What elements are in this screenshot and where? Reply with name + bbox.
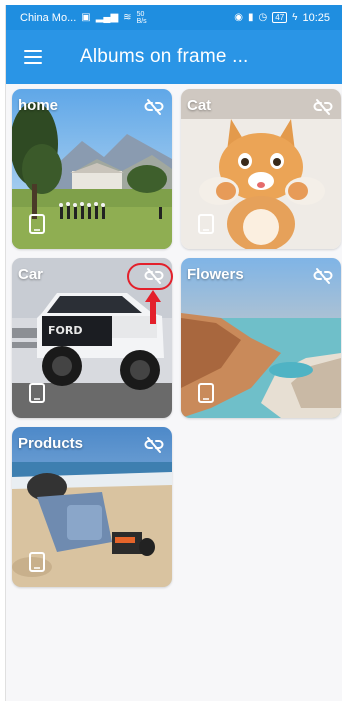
album-title-flowers: Flowers: [187, 266, 244, 283]
carrier-name: China Mo...: [20, 11, 77, 24]
page-title: Albums on frame ...: [80, 46, 249, 67]
album-card-products[interactable]: Products: [12, 427, 172, 587]
album-card-home[interactable]: home: [12, 89, 172, 249]
album-card-flowers[interactable]: Flowers: [181, 258, 341, 418]
album-title-cat: Cat: [187, 97, 212, 114]
hamburger-menu-icon[interactable]: [24, 50, 42, 64]
battery-icon: 47: [272, 12, 288, 23]
app-screen: China Mo... ▣ ▂▄▆ ≋ 50 B/s ◉ ▮ ◷ 47 ϟ 10…: [6, 5, 342, 701]
wifi-icon: ≋: [123, 11, 132, 23]
highlight-circle: [127, 263, 173, 290]
album-title-home: home: [18, 97, 59, 114]
red-arrow-icon: [145, 290, 161, 324]
hd-icon: ▣: [81, 11, 91, 23]
charging-icon: ϟ: [292, 11, 298, 23]
unlink-icon[interactable]: [144, 97, 164, 117]
network-speed-unit: B/s: [136, 17, 147, 25]
phone-icon[interactable]: [29, 214, 45, 234]
alarm-icon: ◷: [258, 11, 268, 23]
app-bar: Albums on frame ...: [6, 30, 342, 84]
unlink-icon[interactable]: [144, 435, 164, 455]
status-bar: China Mo... ▣ ▂▄▆ ≋ 50 B/s ◉ ▮ ◷ 47 ϟ 10…: [6, 5, 342, 30]
unlink-icon[interactable]: [313, 266, 333, 286]
phone-icon[interactable]: [198, 383, 214, 403]
network-speed-value: 50: [136, 10, 145, 18]
album-title-car: Car: [18, 266, 44, 283]
signal-icon: ▂▄▆: [95, 11, 119, 23]
phone-icon[interactable]: [29, 552, 45, 572]
eye-icon: ◉: [234, 11, 244, 23]
vibrate-icon: ▮: [248, 11, 254, 23]
phone-icon[interactable]: [198, 214, 214, 234]
svg-text:FORD: FORD: [48, 324, 82, 337]
unlink-icon[interactable]: [313, 97, 333, 117]
album-title-products: Products: [18, 435, 84, 452]
phone-icon[interactable]: [29, 383, 45, 403]
album-card-cat[interactable]: Cat: [181, 89, 341, 249]
clock: 10:25: [302, 11, 330, 24]
